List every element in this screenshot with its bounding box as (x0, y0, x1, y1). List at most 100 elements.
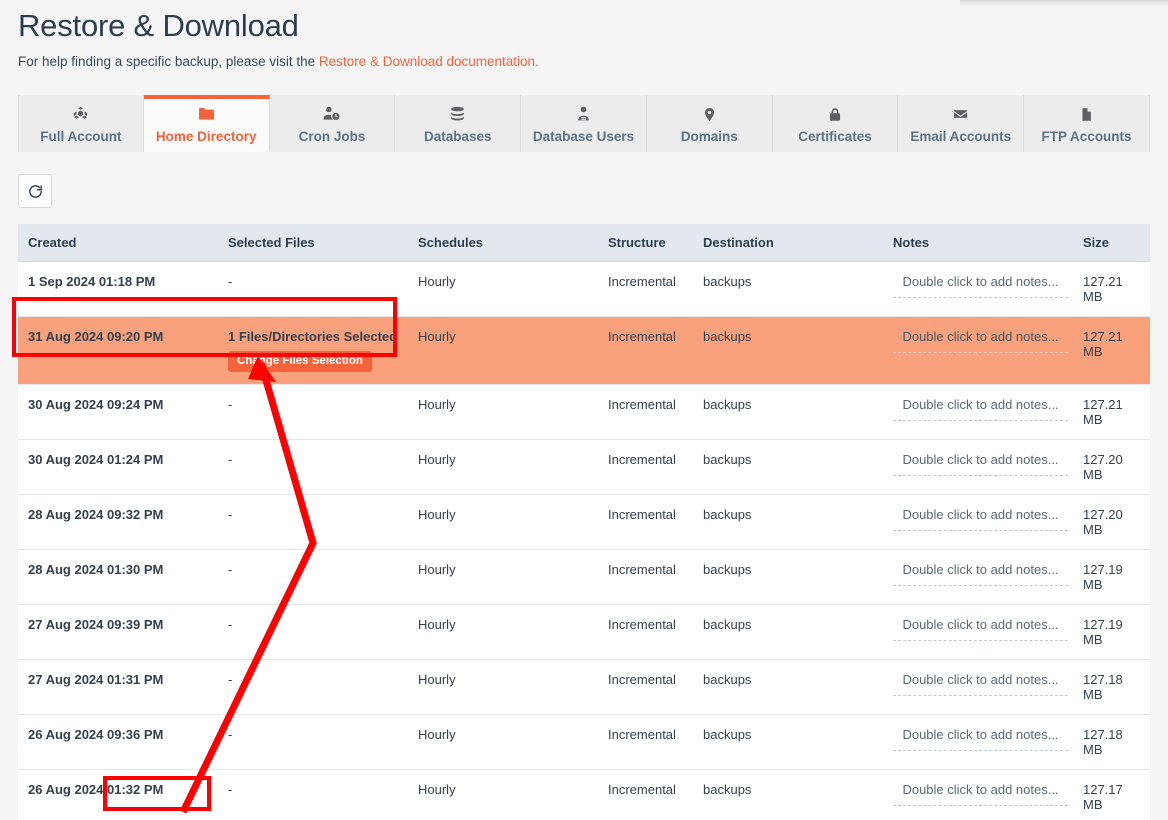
map-marker-icon (702, 104, 717, 124)
cell-structure: Incremental (598, 550, 693, 605)
table-header-row: Created Selected Files Schedules Structu… (18, 224, 1150, 262)
table-row[interactable]: 26 Aug 2024 09:36 PM-HourlyIncrementalba… (18, 715, 1150, 770)
cell-notes: Double click to add notes... (883, 440, 1073, 495)
notes-placeholder[interactable]: Double click to add notes... (893, 727, 1068, 751)
tab-label: Domains (681, 129, 738, 144)
notes-placeholder[interactable]: Double click to add notes... (893, 329, 1068, 353)
cell-created: 28 Aug 2024 09:32 PM (18, 495, 218, 550)
cell-selected-files: - (218, 550, 408, 605)
cell-size: 127.21 MB (1073, 385, 1150, 440)
top-strip (960, 0, 1168, 6)
cell-selected-files: - (218, 385, 408, 440)
column-header-schedules[interactable]: Schedules (408, 224, 598, 262)
cell-structure: Incremental (598, 317, 693, 385)
tab-label: Cron Jobs (299, 129, 366, 144)
tab-full-account[interactable]: Full Account (18, 95, 144, 152)
tab-label: Certificates (798, 129, 872, 144)
tab-label: Database Users (533, 129, 634, 144)
cell-schedules: Hourly (408, 495, 598, 550)
database-icon (449, 104, 466, 124)
selected-files-text: - (228, 452, 400, 467)
cell-schedules: Hourly (408, 550, 598, 605)
cell-size: 127.19 MB (1073, 605, 1150, 660)
cell-selected-files: - (218, 660, 408, 715)
selected-files-text: - (228, 562, 400, 577)
table-row[interactable]: 26 Aug 2024 01:32 PM-HourlyIncrementalba… (18, 770, 1150, 820)
tab-databases[interactable]: Databases (395, 95, 521, 152)
column-header-notes[interactable]: Notes (883, 224, 1073, 262)
cell-structure: Incremental (598, 262, 693, 317)
table-row[interactable]: 30 Aug 2024 09:24 PM-HourlyIncrementalba… (18, 385, 1150, 440)
tab-home-directory[interactable]: Home Directory (144, 95, 270, 152)
restore-download-page: Restore & Download For help finding a sp… (0, 0, 1168, 820)
column-header-selected-files[interactable]: Selected Files (218, 224, 408, 262)
table-row[interactable]: 28 Aug 2024 01:30 PM-HourlyIncrementalba… (18, 550, 1150, 605)
tab-email-accounts[interactable]: Email Accounts (898, 95, 1024, 152)
tab-cron-jobs[interactable]: Cron Jobs (270, 95, 396, 152)
cell-created: 26 Aug 2024 09:36 PM (18, 715, 218, 770)
cell-size: 127.21 MB (1073, 262, 1150, 317)
table-row[interactable]: 31 Aug 2024 09:20 PM1 Files/Directories … (18, 317, 1150, 385)
cubes-icon (71, 104, 90, 124)
documentation-link[interactable]: Restore & Download documentation. (319, 54, 539, 69)
cell-destination: backups (693, 262, 883, 317)
column-header-structure[interactable]: Structure (598, 224, 693, 262)
tab-label: Home Directory (156, 129, 257, 144)
cell-schedules: Hourly (408, 660, 598, 715)
cell-size: 127.17 MB (1073, 770, 1150, 820)
tab-domains[interactable]: Domains (647, 95, 773, 152)
table-body: 1 Sep 2024 01:18 PM-HourlyIncrementalbac… (18, 262, 1150, 820)
cell-notes: Double click to add notes... (883, 262, 1073, 317)
page-title: Restore & Download (18, 0, 1150, 44)
cell-destination: backups (693, 550, 883, 605)
notes-placeholder[interactable]: Double click to add notes... (893, 672, 1068, 696)
cell-selected-files: - (218, 715, 408, 770)
tab-ftp-accounts[interactable]: FTP Accounts (1024, 95, 1150, 152)
notes-placeholder[interactable]: Double click to add notes... (893, 617, 1068, 641)
cell-selected-files: 1 Files/Directories Selected Change Files… (218, 317, 408, 385)
table-row[interactable]: 27 Aug 2024 09:39 PM-HourlyIncrementalba… (18, 605, 1150, 660)
cell-size: 127.21 MB (1073, 317, 1150, 385)
table-row[interactable]: 28 Aug 2024 09:32 PM-HourlyIncrementalba… (18, 495, 1150, 550)
cell-structure: Incremental (598, 770, 693, 820)
cell-notes: Double click to add notes... (883, 715, 1073, 770)
page-subtitle: For help finding a specific backup, plea… (18, 54, 1150, 69)
tab-database-users[interactable]: Database Users (521, 95, 647, 152)
cell-selected-files: - (218, 262, 408, 317)
notes-placeholder[interactable]: Double click to add notes... (893, 562, 1068, 586)
table-row[interactable]: 27 Aug 2024 01:31 PM-HourlyIncrementalba… (18, 660, 1150, 715)
column-header-size[interactable]: Size (1073, 224, 1150, 262)
tab-certificates[interactable]: Certificates (773, 95, 899, 152)
cell-schedules: Hourly (408, 262, 598, 317)
notes-placeholder[interactable]: Double click to add notes... (893, 452, 1068, 476)
notes-placeholder[interactable]: Double click to add notes... (893, 782, 1068, 806)
tab-label: Full Account (40, 129, 121, 144)
table-header: Created Selected Files Schedules Structu… (18, 224, 1150, 262)
file-icon (1079, 104, 1094, 124)
cell-size: 127.20 MB (1073, 440, 1150, 495)
notes-placeholder[interactable]: Double click to add notes... (893, 397, 1068, 421)
selected-files-text: - (228, 617, 400, 632)
cell-size: 127.19 MB (1073, 550, 1150, 605)
selected-files-text: - (228, 507, 400, 522)
cell-schedules: Hourly (408, 770, 598, 820)
cell-structure: Incremental (598, 660, 693, 715)
refresh-button[interactable] (18, 174, 52, 208)
table-row[interactable]: 30 Aug 2024 01:24 PM-HourlyIncrementalba… (18, 440, 1150, 495)
column-header-destination[interactable]: Destination (693, 224, 883, 262)
subtitle-text: For help finding a specific backup, plea… (18, 54, 319, 69)
envelope-icon (950, 104, 971, 124)
notes-placeholder[interactable]: Double click to add notes... (893, 507, 1068, 531)
backup-type-tabs: Full Account Home Directory Cron Jobs Da… (18, 95, 1150, 152)
selected-files-text: - (228, 397, 400, 412)
selected-files-text: 1 Files/Directories Selected (228, 329, 400, 344)
column-header-created[interactable]: Created (18, 224, 218, 262)
change-files-selection-button[interactable]: Change Files Selection (228, 351, 372, 372)
table-row[interactable]: 1 Sep 2024 01:18 PM-HourlyIncrementalbac… (18, 262, 1150, 317)
notes-placeholder[interactable]: Double click to add notes... (893, 274, 1068, 298)
cell-size: 127.18 MB (1073, 715, 1150, 770)
cell-destination: backups (693, 770, 883, 820)
selected-files-text: - (228, 672, 400, 687)
cell-schedules: Hourly (408, 385, 598, 440)
cell-structure: Incremental (598, 495, 693, 550)
